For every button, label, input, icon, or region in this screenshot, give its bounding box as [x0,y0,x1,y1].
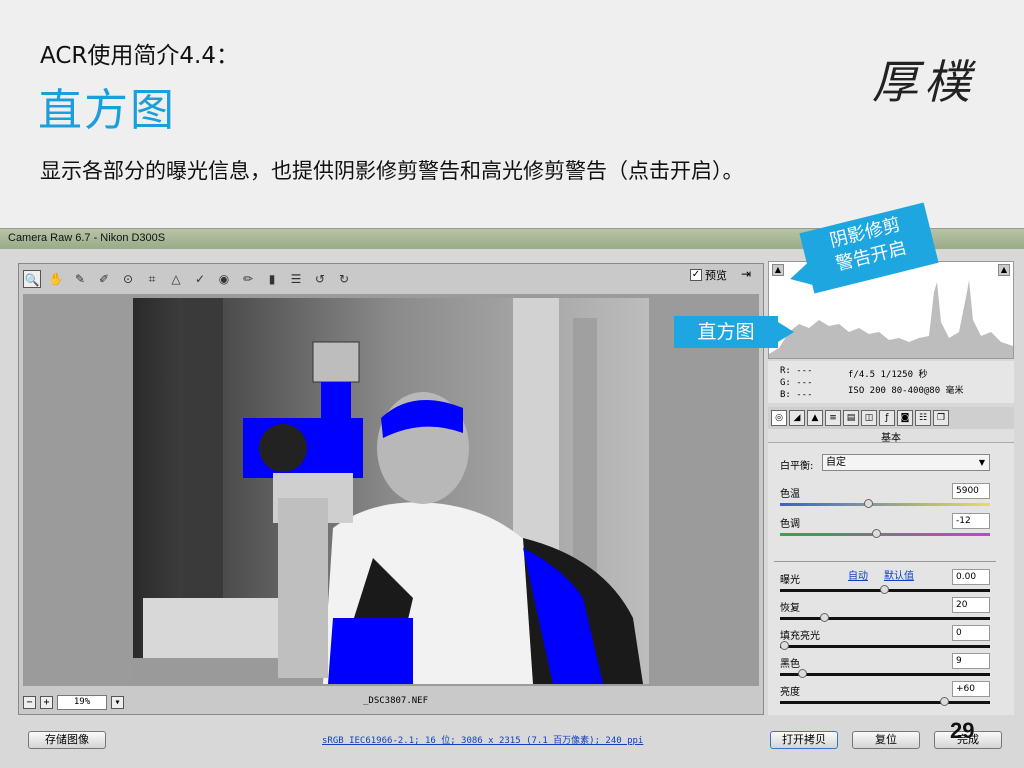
rotate-left-icon[interactable]: ↺ [311,270,329,288]
aperture-shutter: f/4.5 1/1250 秒 [848,370,928,380]
image-canvas[interactable] [23,294,759,686]
callout-pointer [778,322,794,342]
slider-label: 色调 [780,519,800,530]
rotate-right-icon[interactable]: ↻ [335,270,353,288]
workflow-options-link[interactable]: sRGB IEC61966-2.1; 16 位; 3086 x 2315 (7.… [322,733,643,746]
slide-subtitle: ACR使用简介4.4： [40,43,239,69]
straighten-tool-icon[interactable]: △ [167,270,185,288]
iso-lens: ISO 200 80-400@80 毫米 [848,386,964,396]
slider-thumb[interactable] [940,697,949,706]
spot-removal-tool-icon[interactable]: ✓ [191,270,209,288]
zoom-in-button[interactable]: + [40,695,53,709]
image-info: R: --- G: --- B: --- f/4.5 1/1250 秒 ISO … [768,361,1014,403]
open-copy-button[interactable]: 打开拷贝 [770,731,838,749]
preview-toggle[interactable]: ✓ 预览 [690,267,727,283]
slider-thumb[interactable] [872,529,881,538]
shadow-clipping-warning-icon[interactable]: ▲ [772,264,784,276]
slider-label: 亮度 [780,687,800,698]
zoom-tool-icon[interactable]: 🔍 [23,270,41,288]
white-balance-label: 白平衡: [780,461,814,472]
adjustment-brush-icon[interactable]: ✏ [239,270,257,288]
photo-preview [133,298,649,684]
slider-label: 色温 [780,489,800,500]
white-balance-tool-icon[interactable]: ✎ [71,270,89,288]
tab-camera-calibration-icon[interactable]: ◙ [897,410,913,426]
slider-label: 黑色 [780,659,800,670]
tab-effects-icon[interactable]: ƒ [879,410,895,426]
slider-thumb[interactable] [780,641,789,650]
blue-readout: B: --- [780,390,813,400]
slider-label: 恢复 [780,603,800,614]
slider-track[interactable] [780,617,990,620]
preview-label: 预览 [705,269,727,282]
photo-illustration [133,298,649,684]
tab-presets-icon[interactable]: ☷ [915,410,931,426]
panel-title: 基本 [768,429,1014,444]
slider-track[interactable] [780,645,990,648]
save-image-button[interactable]: 存储图像 [28,731,106,749]
slider-value-input[interactable]: 20 [952,597,990,613]
tab-hsl-icon[interactable]: ≡ [825,410,841,426]
tab-basic-icon[interactable]: ◎ [771,410,787,426]
hand-tool-icon[interactable]: ✋ [47,270,65,288]
white-balance-select[interactable]: 自定 [822,454,990,471]
camera-raw-window: Camera Raw 6.7 - Nikon D300S 🔍 ✋ ✎ ✐ ⊙ ⌗ △ ✓ ◉ ✏ ▮… [0,228,1024,768]
slider-value-input[interactable]: 0 [952,625,990,641]
preview-pane: 🔍 ✋ ✎ ✐ ⊙ ⌗ △ ✓ ◉ ✏ ▮ ☰ ↺ ↻ ✓ 预览 ⇥ − + 1… [18,263,764,715]
default-link[interactable]: 默认值 [884,567,914,582]
zoom-out-button[interactable]: − [23,695,36,709]
slider-label: 曝光 [780,575,800,586]
slider-value-input[interactable]: +60 [952,681,990,697]
panel-divider [774,561,996,562]
slider-thumb[interactable] [864,499,873,508]
toolbar: 🔍 ✋ ✎ ✐ ⊙ ⌗ △ ✓ ◉ ✏ ▮ ☰ ↺ ↻ [23,268,759,290]
file-name: _DSC3807.NEF [363,696,429,706]
tab-detail-icon[interactable]: ▲ [807,410,823,426]
slider-thumb[interactable] [820,613,829,622]
histogram-callout: 直方图 [674,316,794,348]
slider-track[interactable] [780,701,990,704]
logo: 厚樸 [872,55,976,109]
slider-track[interactable] [780,533,990,536]
targeted-adjustment-tool-icon[interactable]: ⊙ [119,270,137,288]
fullscreen-icon[interactable]: ⇥ [737,267,755,285]
slider-value-input[interactable]: -12 [952,513,990,529]
auto-link[interactable]: 自动 [848,567,868,582]
graduated-filter-icon[interactable]: ▮ [263,270,281,288]
status-bar: − + 19% ▾ _DSC3807.NEF [23,692,759,712]
slider-track[interactable] [780,503,990,506]
zoom-dropdown-icon[interactable]: ▾ [111,695,124,709]
preview-checkbox[interactable]: ✓ [690,269,702,281]
red-readout: R: --- [780,366,813,376]
slider-value-input[interactable]: 0.00 [952,569,990,585]
slider-track[interactable] [780,673,990,676]
page-number: 29 [950,718,975,743]
slide-description: 显示各部分的曝光信息，也提供阴影修剪警告和高光修剪警告（点击开启）。 [40,159,744,183]
basic-panel: 白平衡: 自定 色温 5900 色调 -12 曝光 0.00 恢复 20 填充亮光 0 黑色 9 亮度 +… [768,443,1014,715]
histogram-callout-text: 直方图 [697,321,755,343]
slide-title: 直方图 [38,85,176,136]
slider-label: 填充亮光 [780,631,820,642]
slider-value-input[interactable]: 9 [952,653,990,669]
tab-snapshots-icon[interactable]: ❐ [933,410,949,426]
tab-tone-curve-icon[interactable]: ◢ [789,410,805,426]
zoom-level[interactable]: 19% [57,694,107,710]
slider-value-input[interactable]: 5900 [952,483,990,499]
tab-split-toning-icon[interactable]: ▤ [843,410,859,426]
green-readout: G: --- [780,378,813,388]
tab-lens-icon[interactable]: ◫ [861,410,877,426]
color-sampler-tool-icon[interactable]: ✐ [95,270,113,288]
red-eye-tool-icon[interactable]: ◉ [215,270,233,288]
slider-thumb[interactable] [880,585,889,594]
slider-thumb[interactable] [798,669,807,678]
panel-tabs: ◎ ◢ ▲ ≡ ▤ ◫ ƒ ◙ ☷ ❐ [768,407,1014,429]
preferences-icon[interactable]: ☰ [287,270,305,288]
crop-tool-icon[interactable]: ⌗ [143,270,161,288]
reset-button[interactable]: 复位 [852,731,920,749]
highlight-clipping-warning-icon[interactable]: ▲ [998,264,1010,276]
